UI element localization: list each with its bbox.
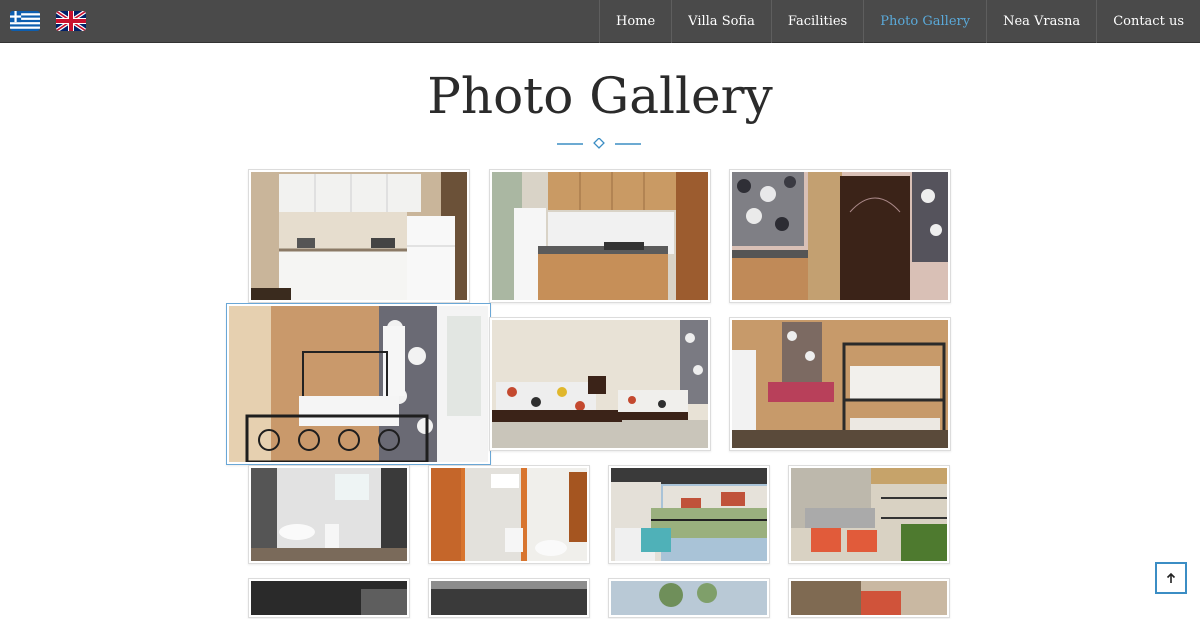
nav-contact-us[interactable]: Contact us <box>1096 0 1200 43</box>
gallery-photo-row-5-b[interactable] <box>428 578 590 618</box>
main-nav: Home Villa Sofia Facilities Photo Galler… <box>598 0 1200 43</box>
nav-nea-vrasna[interactable]: Nea Vrasna <box>986 0 1096 43</box>
gallery-photo-balcony-table[interactable] <box>788 465 950 564</box>
nav-home[interactable]: Home <box>598 0 671 43</box>
gallery-photo-row-5-c[interactable] <box>608 578 770 618</box>
gallery-photo-bathroom-1[interactable] <box>248 465 410 564</box>
arrow-up-icon <box>1166 572 1176 583</box>
gallery-photo-row-5-a[interactable] <box>248 578 410 618</box>
nav-photo-gallery[interactable]: Photo Gallery <box>863 0 986 43</box>
gallery-photo-bathroom-2[interactable] <box>428 465 590 564</box>
page-title: Photo Gallery <box>427 67 773 125</box>
gallery-photo-bedroom-bunk-bed[interactable] <box>729 317 951 451</box>
greek-flag-icon[interactable] <box>10 11 40 31</box>
gallery-photo-entrance-door[interactable] <box>729 169 951 303</box>
uk-flag-icon[interactable] <box>56 11 86 31</box>
scroll-to-top-button[interactable] <box>1155 562 1187 594</box>
gallery-photo-row-5-d[interactable] <box>788 578 950 618</box>
nav-villa-sofia[interactable]: Villa Sofia <box>671 0 771 43</box>
gallery-photo-kitchenette-white[interactable] <box>248 169 470 303</box>
gallery-photo-bedroom-two-beds[interactable] <box>489 317 711 451</box>
gallery-photo-balcony-view[interactable] <box>608 465 770 564</box>
title-divider-ornament <box>557 138 641 149</box>
nav-facilities[interactable]: Facilities <box>770 0 863 43</box>
top-navbar: Home Villa Sofia Facilities Photo Galler… <box>0 0 1200 43</box>
gallery-photo-kitchenette-wood[interactable] <box>489 169 711 303</box>
gallery-photo-bedroom-iron-bed[interactable] <box>226 303 491 465</box>
